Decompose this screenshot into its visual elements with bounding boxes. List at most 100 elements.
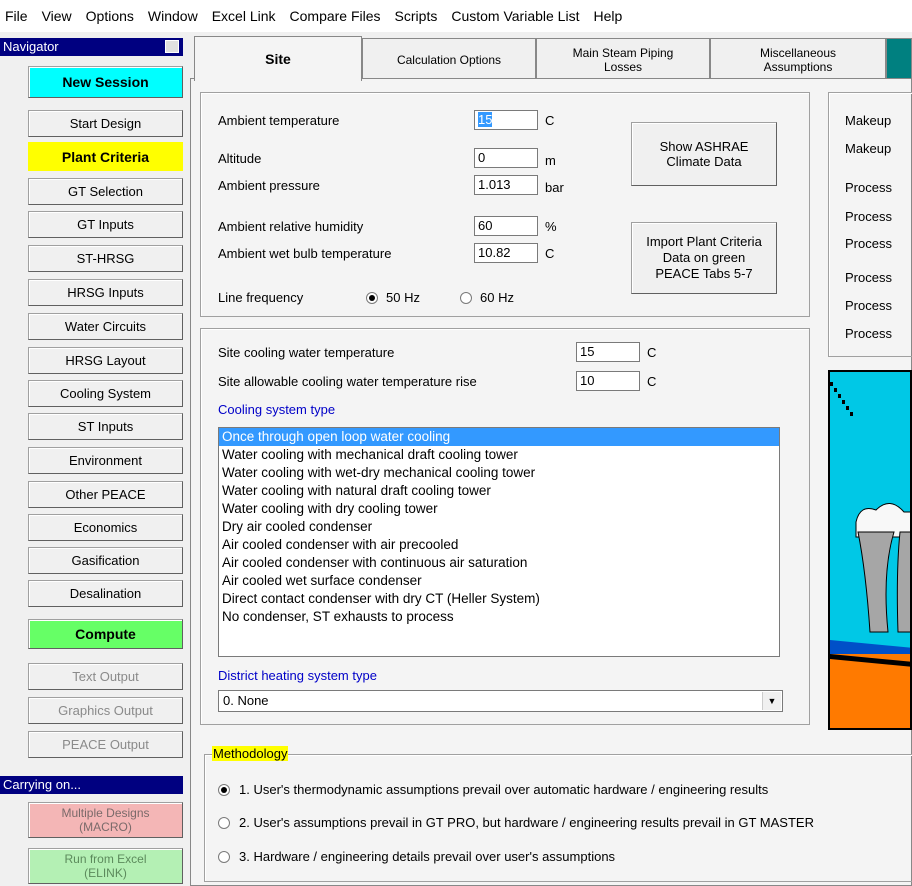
cooling-system-listbox[interactable]: Once through open loop water cooling Wat… [218, 427, 780, 657]
wet-bulb-label: Ambient wet bulb temperature [218, 246, 392, 261]
nav-economics-button[interactable]: Economics [28, 514, 183, 541]
frequency-50hz-label: 50 Hz [386, 290, 420, 305]
methodology-option-2-label: 2. User's assumptions prevail in GT PRO,… [239, 815, 814, 830]
frequency-50hz-radio[interactable] [366, 292, 378, 304]
methodology-option-3-radio[interactable] [218, 851, 230, 863]
wet-bulb-input[interactable]: 10.82 [474, 243, 538, 263]
cooling-tower-illustration [828, 370, 912, 730]
cooling-option-8[interactable]: Air cooled wet surface condenser [219, 572, 779, 590]
cooling-water-temp-input[interactable]: 15 [576, 342, 640, 362]
nav-cooling-system-button[interactable]: Cooling System [28, 380, 183, 407]
menu-excel-link[interactable]: Excel Link [205, 0, 283, 32]
multiple-designs-button[interactable]: Multiple Designs (MACRO) [28, 802, 183, 838]
cooling-option-6[interactable]: Air cooled condenser with air precooled [219, 536, 779, 554]
nav-hrsg-inputs-button[interactable]: HRSG Inputs [28, 279, 183, 306]
nav-gt-inputs-button[interactable]: GT Inputs [28, 211, 183, 238]
cooling-option-10[interactable]: No condenser, ST exhausts to process [219, 608, 779, 626]
menu-compare-files[interactable]: Compare Files [283, 0, 388, 32]
close-icon[interactable] [165, 40, 179, 53]
relative-humidity-input[interactable]: 60 [474, 216, 538, 236]
nav-st-hrsg-button[interactable]: ST-HRSG [28, 245, 183, 272]
cooling-option-1[interactable]: Water cooling with mechanical draft cool… [219, 446, 779, 464]
nav-gt-selection-button[interactable]: GT Selection [28, 178, 183, 205]
ambient-temperature-label: Ambient temperature [218, 113, 340, 128]
menu-custom-variable-list[interactable]: Custom Variable List [444, 0, 586, 32]
temp-rise-unit: C [647, 374, 657, 389]
methodology-option-3-label: 3. Hardware / engineering details prevai… [239, 849, 616, 864]
process-label-4: Process [845, 270, 892, 285]
tab-miscellaneous-assumptions[interactable]: Miscellaneous Assumptions [710, 38, 886, 80]
nav-st-inputs-button[interactable]: ST Inputs [28, 413, 183, 440]
nav-environment-button[interactable]: Environment [28, 447, 183, 474]
altitude-unit: m [545, 153, 556, 168]
altitude-input[interactable]: 0 [474, 148, 538, 168]
cooling-water-temp-label: Site cooling water temperature [218, 345, 395, 360]
text-output-button[interactable]: Text Output [28, 663, 183, 690]
nav-desalination-button[interactable]: Desalination [28, 580, 183, 607]
nav-other-peace-button[interactable]: Other PEACE [28, 481, 183, 508]
makeup-process-group [828, 92, 912, 357]
makeup-label-2: Makeup [845, 141, 892, 156]
nav-water-circuits-button[interactable]: Water Circuits [28, 313, 183, 340]
menu-file[interactable]: File [0, 0, 35, 32]
methodology-option-2-radio[interactable] [218, 817, 230, 829]
cooling-option-0[interactable]: Once through open loop water cooling [219, 428, 779, 446]
cooling-option-3[interactable]: Water cooling with natural draft cooling… [219, 482, 779, 500]
wet-bulb-unit: C [545, 246, 555, 261]
ambient-pressure-label: Ambient pressure [218, 178, 320, 193]
ambient-temperature-input[interactable]: 15 [474, 110, 538, 130]
nav-start-design-button[interactable]: Start Design [28, 110, 183, 137]
process-label-2: Process [845, 209, 892, 224]
process-label-1: Process [845, 180, 892, 195]
district-heating-value: 0. None [223, 693, 269, 708]
graphics-output-button[interactable]: Graphics Output [28, 697, 183, 724]
relative-humidity-unit: % [545, 219, 557, 234]
peace-output-button[interactable]: PEACE Output [28, 731, 183, 758]
process-label-6: Process [845, 326, 892, 341]
tab-peace-green[interactable] [886, 38, 912, 80]
ambient-temperature-unit: C [545, 113, 555, 128]
cooling-tower-image [830, 372, 910, 728]
makeup-label-1: Makeup [845, 113, 892, 128]
cooling-option-7[interactable]: Air cooled condenser with continuous air… [219, 554, 779, 572]
menu-window[interactable]: Window [141, 0, 205, 32]
menu-help[interactable]: Help [586, 0, 629, 32]
run-from-excel-button[interactable]: Run from Excel (ELINK) [28, 848, 183, 884]
cooling-water-temp-unit: C [647, 345, 657, 360]
altitude-label: Altitude [218, 151, 262, 166]
temp-rise-input[interactable]: 10 [576, 371, 640, 391]
cooling-option-9[interactable]: Direct contact condenser with dry CT (He… [219, 590, 779, 608]
cooling-option-5[interactable]: Dry air cooled condenser [219, 518, 779, 536]
ambient-pressure-unit: bar [545, 180, 564, 195]
show-ashrae-button[interactable]: Show ASHRAE Climate Data [631, 122, 777, 186]
menu-view[interactable]: View [35, 0, 79, 32]
nav-plant-criteria-button[interactable]: Plant Criteria [28, 142, 183, 171]
methodology-option-1-label: 1. User's thermodynamic assumptions prev… [239, 782, 769, 797]
ambient-temperature-value: 15 [478, 112, 493, 127]
tab-site[interactable]: Site [194, 36, 362, 81]
methodology-option-1-radio[interactable] [218, 784, 230, 796]
tab-calculation-options[interactable]: Calculation Options [362, 38, 536, 80]
nav-hrsg-layout-button[interactable]: HRSG Layout [28, 347, 183, 374]
navigator-panel: Navigator New Session Start Design Plant… [0, 36, 186, 886]
chevron-down-icon[interactable]: ▼ [762, 692, 781, 710]
new-session-button[interactable]: New Session [28, 66, 183, 98]
ambient-pressure-input[interactable]: 1.013 [474, 175, 538, 195]
menu-bar: File View Options Window Excel Link Comp… [0, 0, 912, 32]
line-frequency-label: Line frequency [218, 290, 304, 305]
compute-button[interactable]: Compute [28, 619, 183, 649]
cooling-option-2[interactable]: Water cooling with wet-dry mechanical co… [219, 464, 779, 482]
nav-gasification-button[interactable]: Gasification [28, 547, 183, 574]
navigator-header: Navigator [0, 38, 183, 56]
carrying-on-title: Carrying on... [3, 777, 82, 792]
menu-options[interactable]: Options [79, 0, 141, 32]
import-plant-criteria-button[interactable]: Import Plant Criteria Data on green PEAC… [631, 222, 777, 294]
menu-scripts[interactable]: Scripts [388, 0, 445, 32]
tab-main-steam-piping-losses[interactable]: Main Steam Piping Losses [536, 38, 710, 80]
process-label-3: Process [845, 236, 892, 251]
process-label-5: Process [845, 298, 892, 313]
district-heating-dropdown[interactable]: 0. None ▼ [218, 690, 783, 712]
frequency-60hz-radio[interactable] [460, 292, 472, 304]
relative-humidity-label: Ambient relative humidity [218, 219, 364, 234]
cooling-option-4[interactable]: Water cooling with dry cooling tower [219, 500, 779, 518]
